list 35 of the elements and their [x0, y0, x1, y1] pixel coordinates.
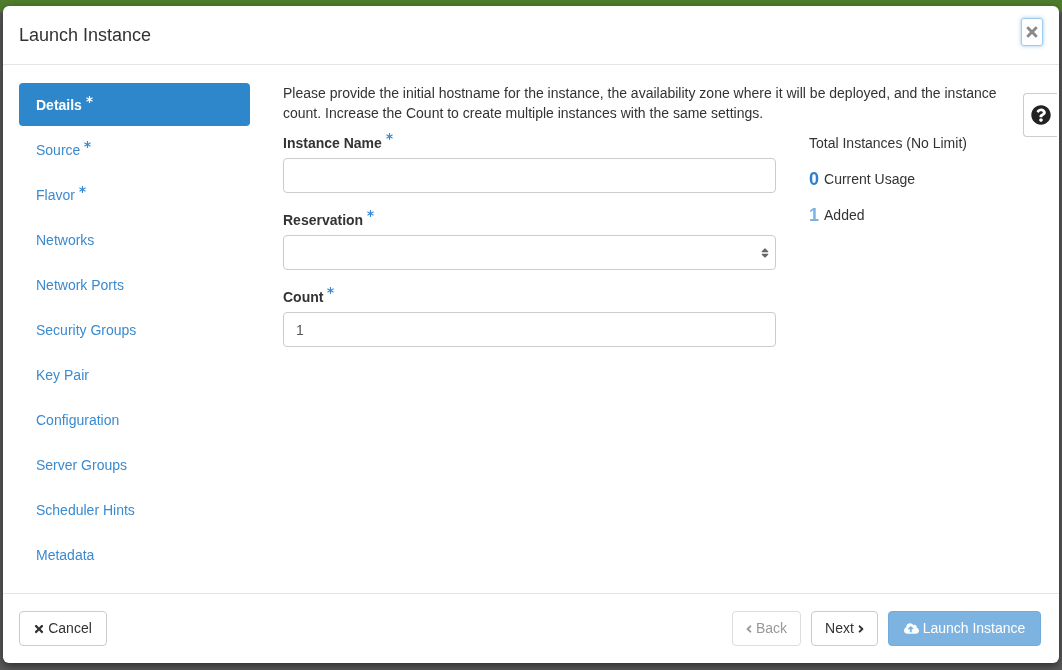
field-label: Reservation	[283, 211, 364, 230]
help-icon	[1030, 105, 1051, 125]
step-tab[interactable]: Network Ports	[19, 263, 250, 306]
step-tab[interactable]: Server Groups	[19, 443, 250, 486]
step-tab[interactable]: Source	[19, 128, 250, 171]
step-tab[interactable]: Security Groups	[19, 308, 250, 351]
step-tab[interactable]: Scheduler Hints	[19, 488, 250, 531]
step-tab[interactable]: Metadata	[19, 533, 250, 576]
select-field[interactable]	[283, 235, 776, 270]
step-tab[interactable]: Networks	[19, 218, 250, 261]
up-down-arrows-icon	[761, 246, 769, 259]
chevron-right-icon	[857, 622, 864, 635]
close-button[interactable]	[1021, 18, 1043, 46]
usage-count: 0	[809, 169, 819, 189]
cancel-button[interactable]: Cancel	[19, 611, 107, 646]
step-tab[interactable]: Details	[19, 83, 250, 126]
help-button[interactable]	[1023, 93, 1057, 137]
usage-title: Total Instances (No Limit)	[809, 134, 967, 153]
usage-label: Added	[824, 206, 865, 225]
next-button[interactable]: Next	[811, 611, 878, 646]
help-text: Please provide the initial hostname for the instance, the availability zone where it will be deployed, and the instance count. Increase the Count to create multiple instances with the same settings.	[283, 84, 998, 123]
input-field[interactable]: 1	[283, 312, 776, 347]
step-tab[interactable]: Configuration	[19, 398, 250, 441]
step-tab[interactable]: Flavor	[19, 173, 250, 216]
input-field[interactable]	[283, 158, 776, 193]
chevron-left-icon	[745, 622, 752, 635]
dialog-title: Launch Instance	[19, 25, 152, 45]
field-label: Instance Name	[283, 134, 382, 153]
cloud-upload-icon	[903, 622, 919, 635]
usage-label: Current Usage	[824, 170, 916, 189]
close-icon	[1025, 24, 1039, 40]
step-tab[interactable]: Key Pair	[19, 353, 250, 396]
close-icon	[34, 622, 45, 635]
field-label: Count	[283, 288, 324, 307]
usage-count: 1	[809, 205, 819, 225]
